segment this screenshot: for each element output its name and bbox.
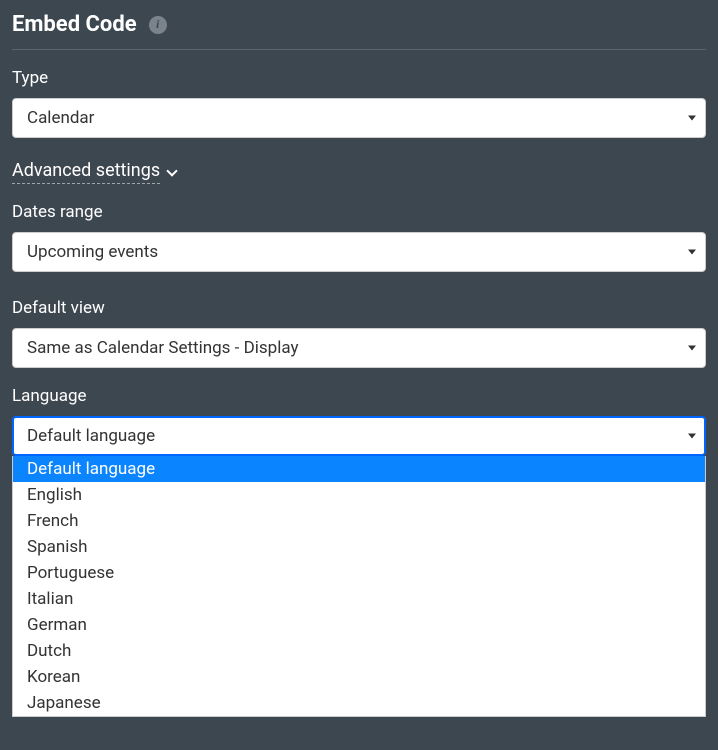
default-view-select-wrapper: Same as Calendar Settings - Display: [12, 328, 706, 368]
default-view-select[interactable]: Same as Calendar Settings - Display: [12, 328, 706, 368]
type-field-group: Type Calendar: [12, 68, 706, 138]
chevron-down-icon: [166, 165, 177, 176]
language-option-default[interactable]: Default language: [13, 456, 705, 482]
dates-range-label: Dates range: [12, 202, 706, 222]
language-option-english[interactable]: English: [13, 482, 705, 508]
type-label: Type: [12, 68, 706, 88]
language-option-french[interactable]: French: [13, 508, 705, 534]
language-select-wrapper: Default language Default language Englis…: [12, 416, 706, 456]
default-view-label: Default view: [12, 298, 706, 318]
language-label: Language: [12, 386, 706, 406]
language-dropdown-list: Default language English French Spanish …: [12, 456, 706, 717]
language-select[interactable]: Default language: [12, 416, 706, 456]
language-option-japanese[interactable]: Japanese: [13, 690, 705, 716]
language-group: Language Default language Default langua…: [12, 386, 706, 456]
dates-range-select-wrapper: Upcoming events: [12, 232, 706, 272]
dates-range-group: Dates range Upcoming events: [12, 202, 706, 272]
advanced-settings-label: Advanced settings: [12, 160, 160, 184]
language-option-german[interactable]: German: [13, 612, 705, 638]
language-option-portuguese[interactable]: Portuguese: [13, 560, 705, 586]
language-option-spanish[interactable]: Spanish: [13, 534, 705, 560]
type-select[interactable]: Calendar: [12, 98, 706, 138]
page-title: Embed Code: [12, 12, 137, 37]
language-option-italian[interactable]: Italian: [13, 586, 705, 612]
info-icon[interactable]: i: [149, 16, 167, 34]
panel-header: Embed Code i: [12, 12, 706, 50]
default-view-group: Default view Same as Calendar Settings -…: [12, 298, 706, 368]
language-option-korean[interactable]: Korean: [13, 664, 705, 690]
language-option-dutch[interactable]: Dutch: [13, 638, 705, 664]
type-select-wrapper: Calendar: [12, 98, 706, 138]
advanced-settings-toggle[interactable]: Advanced settings: [12, 160, 176, 184]
dates-range-select[interactable]: Upcoming events: [12, 232, 706, 272]
